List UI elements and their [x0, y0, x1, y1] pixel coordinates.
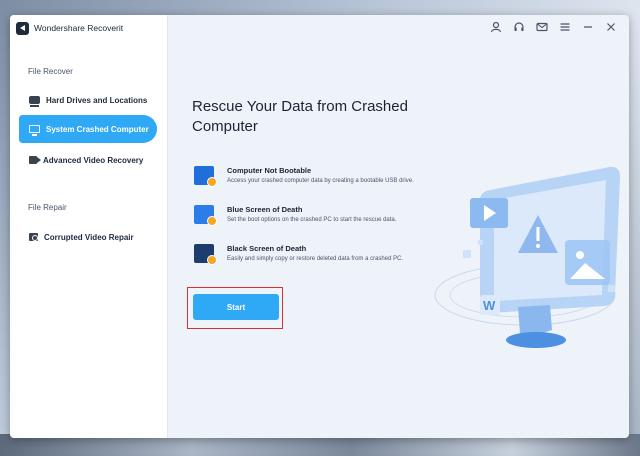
headset-icon[interactable] [513, 21, 525, 33]
svg-text:W: W [483, 298, 496, 313]
start-button[interactable]: Start [193, 294, 279, 320]
sidebar-item-hard-drives[interactable]: Hard Drives and Locations [19, 86, 158, 114]
sidebar: Wondershare Recoverit File Recover Hard … [10, 15, 168, 438]
feature-title: Blue Screen of Death [227, 205, 303, 214]
app-title: Wondershare Recoverit [34, 23, 124, 33]
menu-icon[interactable] [559, 21, 571, 33]
computer-not-bootable-icon [194, 166, 217, 187]
feature-description: Set the boot options on the crashed PC t… [227, 217, 397, 223]
crashed-computer-illustration: W [434, 166, 620, 348]
section-label-file-recover: File Recover [28, 67, 73, 76]
monitor-icon [29, 125, 40, 136]
sidebar-item-label: System Crashed Computer [46, 124, 149, 134]
section-label-file-repair: File Repair [28, 203, 67, 212]
feature-description: Easily and simply copy or restore delete… [227, 256, 404, 262]
feature-title: Computer Not Bootable [227, 166, 312, 175]
video-icon [29, 156, 41, 164]
window-toolbar [490, 21, 617, 33]
drive-icon [29, 96, 40, 107]
sidebar-item-label: Corrupted Video Repair [44, 232, 134, 242]
black-screen-icon [194, 244, 217, 265]
user-icon[interactable] [490, 21, 502, 33]
sidebar-item-label: Advanced Video Recovery [43, 155, 144, 165]
sidebar-item-label: Hard Drives and Locations [46, 95, 148, 105]
sidebar-item-corrupted-video[interactable]: Corrupted Video Repair [19, 223, 158, 251]
minimize-icon[interactable] [582, 21, 594, 33]
blue-screen-icon [194, 205, 217, 226]
feature-title: Black Screen of Death [227, 244, 307, 253]
mail-icon[interactable] [536, 21, 548, 33]
close-icon[interactable] [605, 21, 617, 33]
app-window: Wondershare Recoverit File Recover Hard … [10, 15, 629, 438]
page-title: Rescue Your Data from Crashed Computer [192, 98, 408, 135]
app-logo-icon [16, 22, 29, 35]
sidebar-item-system-crashed[interactable]: System Crashed Computer [19, 115, 157, 143]
sidebar-item-advanced-video[interactable]: Advanced Video Recovery [19, 146, 158, 174]
repair-icon [29, 233, 38, 241]
feature-description: Access your crashed computer data by cre… [227, 178, 414, 184]
